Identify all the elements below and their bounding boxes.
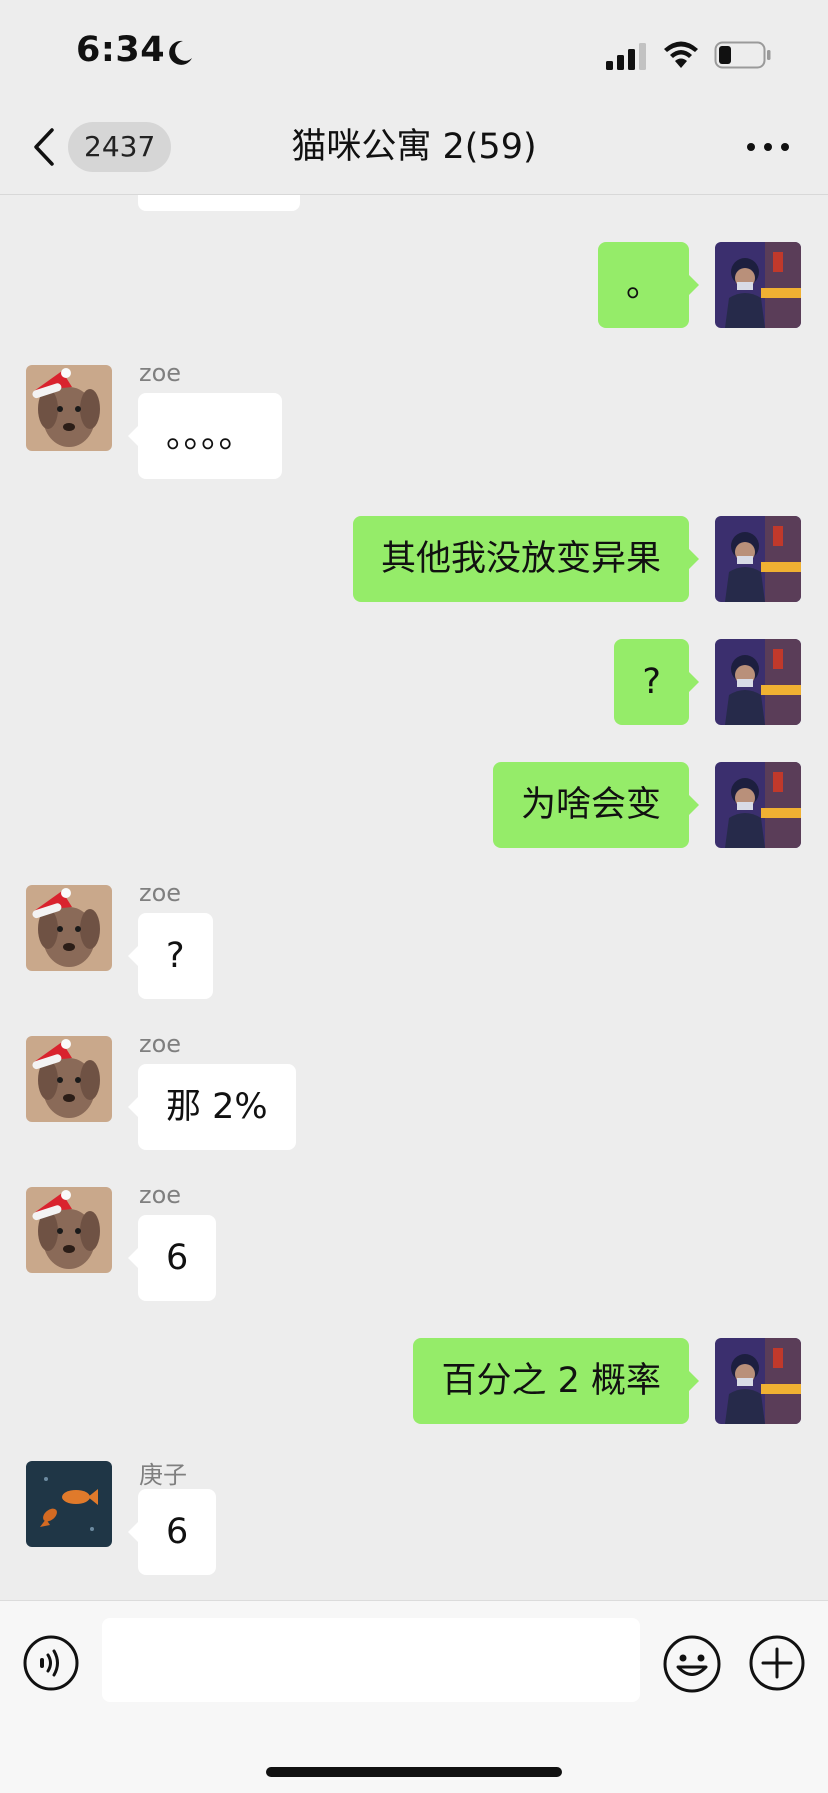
message-input[interactable] (102, 1618, 640, 1702)
battery-icon (714, 41, 771, 69)
status-bar: 6:34 (0, 0, 828, 100)
avatar[interactable] (715, 762, 801, 848)
avatar[interactable] (26, 885, 112, 971)
more-icon[interactable] (744, 140, 792, 154)
sender-name: zoe (139, 1030, 182, 1058)
avatar[interactable] (715, 1338, 801, 1424)
moon-icon (169, 40, 192, 65)
input-bar (0, 1600, 828, 1793)
sender-name: 庚子 (139, 1461, 187, 1489)
message-bubble[interactable]: 那 2% (128, 1064, 296, 1150)
avatar[interactable] (26, 365, 112, 451)
sender-name: zoe (139, 879, 182, 907)
avatar[interactable] (715, 516, 801, 602)
message-bubble[interactable]: ? (128, 913, 213, 999)
status-time: 6:34 (76, 30, 166, 70)
emoji-icon[interactable] (662, 1634, 722, 1694)
message-bubble[interactable]: 。 (597, 242, 700, 328)
plus-icon[interactable] (748, 1634, 806, 1692)
avatar[interactable] (715, 242, 801, 328)
avatar[interactable] (715, 639, 801, 725)
avatar[interactable] (26, 1187, 112, 1273)
message-bubble[interactable]: 。。。。 (128, 393, 282, 479)
message-bubble[interactable]: 为啥会变 (492, 762, 700, 848)
message-bubble[interactable]: ? (614, 639, 699, 725)
avatar[interactable] (26, 1461, 112, 1547)
avatar[interactable] (26, 1036, 112, 1122)
message-bubble[interactable]: 其他我没放变异果 (352, 516, 700, 602)
chat-header: 2437 猫咪公寓 2(59) (0, 100, 828, 195)
voice-icon[interactable] (22, 1634, 80, 1692)
unread-count-badge[interactable]: 2437 (68, 122, 172, 172)
message-bubble[interactable]: 百分之 2 概率 (413, 1338, 699, 1424)
home-indicator (266, 1767, 562, 1777)
back-icon[interactable] (30, 126, 60, 168)
message-list[interactable]: 。 zoe 。。。。 其他我没放变异果 ? 为啥会变 zoe ? zoe 那 2… (0, 195, 828, 1598)
signal-icon (606, 43, 646, 70)
message-bubble[interactable]: 6 (127, 1215, 217, 1301)
wifi-icon (664, 41, 698, 68)
sender-name: zoe (139, 1181, 182, 1209)
message-bubble-partial[interactable] (138, 195, 300, 211)
message-bubble[interactable]: 6 (127, 1489, 217, 1575)
sender-name: zoe (139, 359, 182, 387)
